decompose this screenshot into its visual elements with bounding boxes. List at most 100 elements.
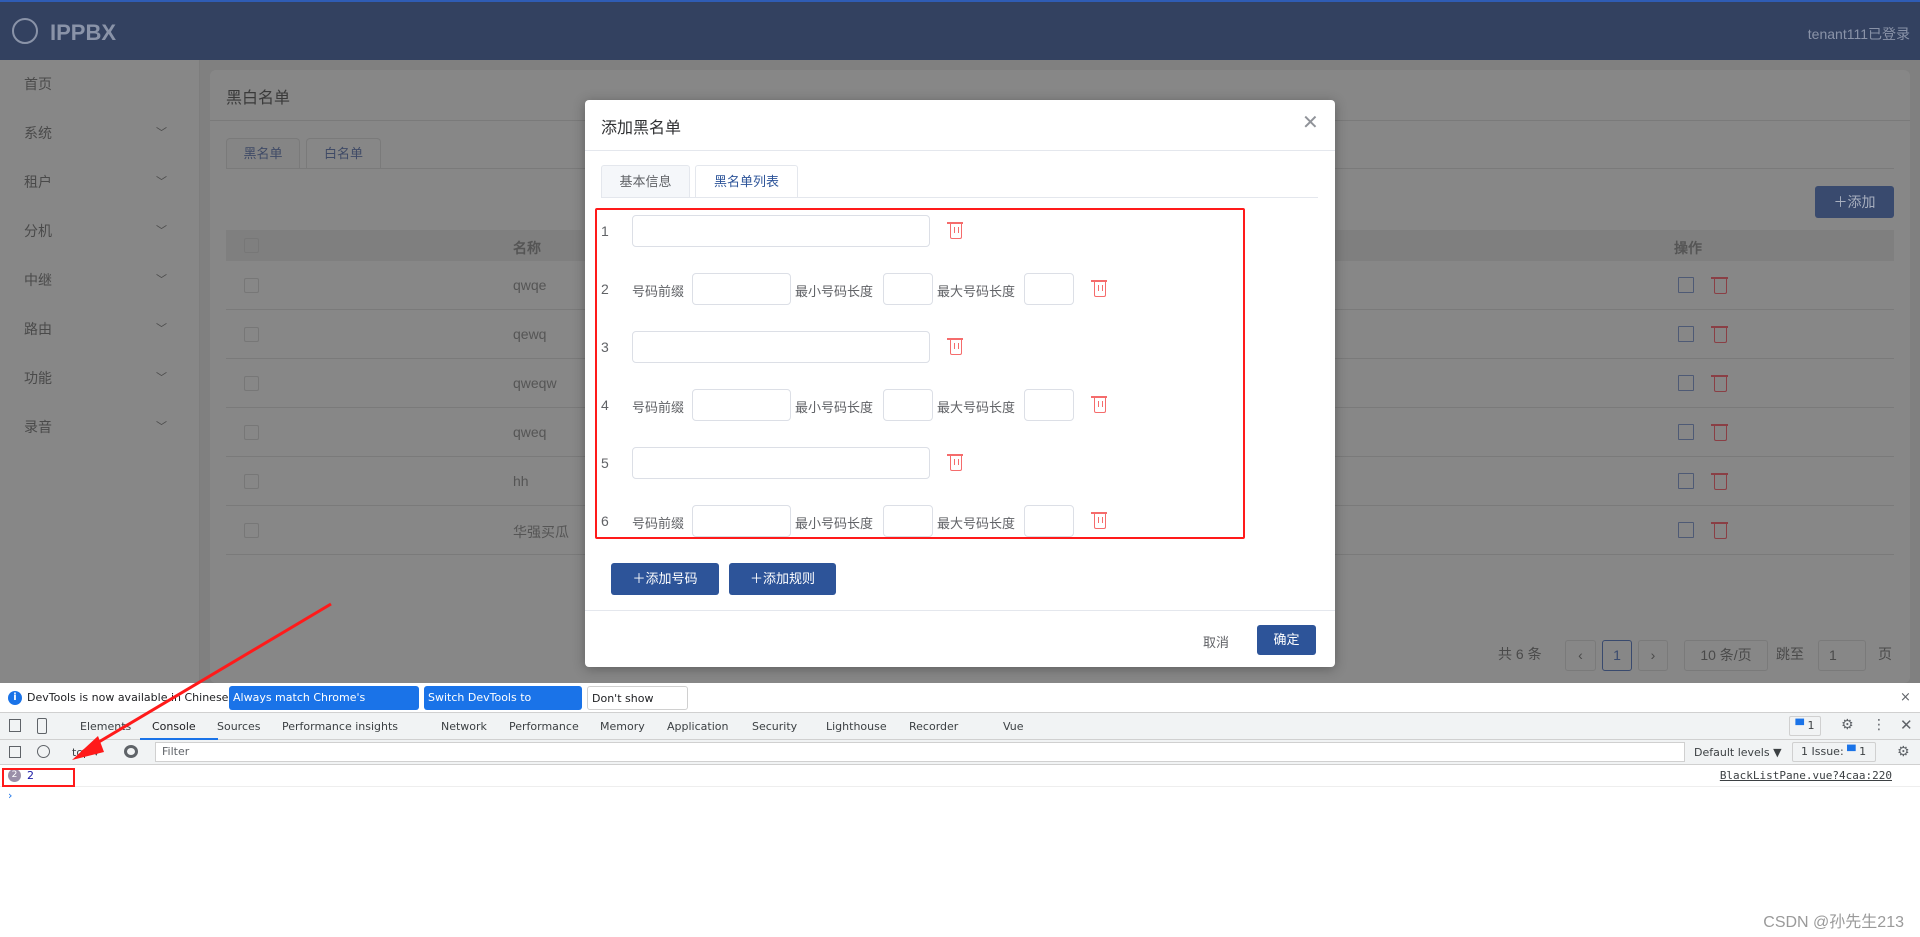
delete-icon[interactable] bbox=[1711, 326, 1728, 343]
dont-show-button[interactable]: Don't show again bbox=[587, 686, 688, 729]
issues-label: 1 Issue: bbox=[1801, 745, 1844, 758]
tab-divider bbox=[601, 197, 1318, 198]
sidebar-item-label: 路由 bbox=[24, 321, 52, 337]
console-settings-gear-icon[interactable]: ⚙ bbox=[1897, 744, 1910, 760]
clear-console-icon[interactable] bbox=[37, 745, 50, 758]
tab-performance-insights[interactable]: Performance insights bbox=[282, 720, 398, 733]
sidebar: 首页 系统 ﹀ 租户 ﹀ 分机 ﹀ 中继 ﹀ 路由 ﹀ 功能 ﹀ 录音 ﹀ bbox=[0, 60, 200, 683]
add-number-button[interactable]: ＋添加号码 bbox=[611, 563, 719, 595]
sidebar-item[interactable]: 系统 ﹀ bbox=[0, 109, 200, 158]
row-checkbox[interactable] bbox=[244, 278, 259, 293]
plus-icon: ＋ bbox=[632, 571, 646, 586]
add-rule-button[interactable]: ＋添加规则 bbox=[729, 563, 836, 595]
add-button[interactable]: ＋添加 bbox=[1815, 186, 1894, 218]
tab-memory[interactable]: Memory bbox=[600, 720, 645, 733]
issues-badge-button[interactable]: ▀ 1 bbox=[1789, 716, 1821, 736]
tab-console[interactable]: Console bbox=[152, 720, 196, 733]
close-icon[interactable]: × bbox=[1900, 690, 1911, 705]
tab-blacklist[interactable]: 黑名单 bbox=[226, 138, 300, 168]
chevron-down-icon: ﹀ bbox=[156, 372, 167, 384]
tab-network[interactable]: Network bbox=[441, 720, 487, 733]
tab-recorder[interactable]: Recorder bbox=[909, 720, 958, 733]
tab-sources[interactable]: Sources bbox=[217, 720, 261, 733]
sidebar-item[interactable]: 分机 ﹀ bbox=[0, 207, 200, 256]
edit-icon[interactable] bbox=[1678, 424, 1694, 440]
tab-basic-info[interactable]: 基本信息 bbox=[601, 165, 690, 197]
page-suffix: 页 bbox=[1878, 646, 1892, 662]
next-page-button[interactable]: › bbox=[1638, 640, 1668, 671]
edit-icon[interactable] bbox=[1678, 473, 1694, 489]
match-language-button[interactable]: Always match Chrome's language bbox=[229, 686, 419, 728]
page-size-select[interactable]: 10 条/页 bbox=[1684, 640, 1768, 671]
sidebar-toggle-icon[interactable] bbox=[9, 746, 21, 758]
sidebar-item-label: 中继 bbox=[24, 272, 52, 288]
more-options-icon[interactable]: ⋮ bbox=[1872, 717, 1886, 733]
select-all-checkbox[interactable] bbox=[244, 238, 259, 253]
row-name: hh bbox=[513, 473, 529, 489]
page-1-button[interactable]: 1 bbox=[1602, 640, 1632, 671]
delete-icon[interactable] bbox=[1711, 473, 1728, 490]
switch-chinese-button[interactable]: Switch DevTools to Chinese bbox=[424, 686, 582, 728]
source-link[interactable]: BlackListPane.vue?4caa:220 bbox=[1720, 769, 1892, 782]
confirm-button[interactable]: 确定 bbox=[1257, 625, 1316, 655]
settings-gear-icon[interactable]: ⚙ bbox=[1841, 717, 1854, 733]
plus-icon: ＋ bbox=[1833, 194, 1848, 210]
sidebar-item-label: 系统 bbox=[24, 125, 52, 141]
sidebar-item[interactable]: 录音 ﹀ bbox=[0, 403, 200, 452]
row-checkbox[interactable] bbox=[244, 474, 259, 489]
delete-icon[interactable] bbox=[1711, 277, 1728, 294]
close-devtools-icon[interactable]: ✕ bbox=[1900, 716, 1913, 734]
context-select[interactable]: top ▾ bbox=[72, 746, 99, 759]
delete-icon[interactable] bbox=[1711, 424, 1728, 441]
edit-icon[interactable] bbox=[1678, 522, 1694, 538]
inspect-element-icon[interactable] bbox=[9, 719, 21, 732]
sidebar-item[interactable]: 首页 bbox=[0, 60, 200, 109]
sidebar-item[interactable]: 租户 ﹀ bbox=[0, 158, 200, 207]
user-status[interactable]: tenant111已登录 bbox=[1808, 24, 1910, 44]
tab-application[interactable]: Application bbox=[667, 720, 728, 733]
tab-whitelist[interactable]: 白名单 bbox=[306, 138, 381, 168]
edit-icon[interactable] bbox=[1678, 326, 1694, 342]
message-icon: ▀ bbox=[1795, 719, 1804, 732]
chevron-down-icon: ﹀ bbox=[156, 176, 167, 188]
highlight-annotation-box bbox=[2, 768, 75, 787]
row-name: qweqw bbox=[513, 375, 557, 391]
watermark: CSDN @孙先生213 bbox=[1763, 914, 1904, 931]
chevron-down-icon: ﹀ bbox=[156, 225, 167, 237]
filter-input[interactable]: Filter bbox=[155, 742, 1685, 762]
sidebar-item[interactable]: 功能 ﹀ bbox=[0, 354, 200, 403]
pagination-total: 共 6 条 bbox=[1498, 646, 1542, 662]
tab-blacklist-list[interactable]: 黑名单列表 bbox=[695, 165, 798, 198]
edit-icon[interactable] bbox=[1678, 277, 1694, 293]
tab-elements[interactable]: Elements bbox=[80, 720, 131, 733]
row-checkbox[interactable] bbox=[244, 523, 259, 538]
sidebar-item[interactable]: 路由 ﹀ bbox=[0, 305, 200, 354]
close-icon[interactable]: ✕ bbox=[1302, 110, 1319, 135]
row-checkbox[interactable] bbox=[244, 425, 259, 440]
sidebar-item[interactable]: 中继 ﹀ bbox=[0, 256, 200, 305]
message-icon: ▀ bbox=[1847, 745, 1856, 758]
tab-security[interactable]: Security bbox=[752, 720, 797, 733]
edit-icon[interactable] bbox=[1678, 375, 1694, 391]
chevron-down-icon: ﹀ bbox=[156, 323, 167, 335]
globe-logo-icon bbox=[12, 18, 38, 44]
delete-icon[interactable] bbox=[1711, 375, 1728, 392]
live-expression-eye-icon[interactable] bbox=[124, 745, 138, 758]
issues-button[interactable]: 1 Issue: ▀ 1 bbox=[1792, 742, 1876, 762]
prev-page-button[interactable]: ‹ bbox=[1565, 640, 1596, 671]
issues-count: 1 bbox=[1807, 719, 1815, 732]
header-actions: 操作 bbox=[1674, 240, 1702, 256]
log-levels-select[interactable]: Default levels ▼ bbox=[1694, 746, 1782, 759]
row-name: 华强买瓜 bbox=[513, 524, 569, 540]
row-checkbox[interactable] bbox=[244, 376, 259, 391]
row-checkbox[interactable] bbox=[244, 327, 259, 342]
console-prompt[interactable]: › bbox=[8, 789, 12, 802]
delete-icon[interactable] bbox=[1711, 522, 1728, 539]
jump-input[interactable]: 1 bbox=[1818, 640, 1866, 671]
tab-performance[interactable]: Performance bbox=[509, 720, 579, 733]
tab-vue[interactable]: Vue bbox=[1003, 720, 1024, 733]
tab-lighthouse[interactable]: Lighthouse bbox=[826, 720, 887, 733]
row-name: qwqe bbox=[513, 277, 547, 293]
device-toolbar-icon[interactable] bbox=[37, 718, 47, 734]
cancel-button[interactable]: 取消 bbox=[1203, 632, 1229, 651]
